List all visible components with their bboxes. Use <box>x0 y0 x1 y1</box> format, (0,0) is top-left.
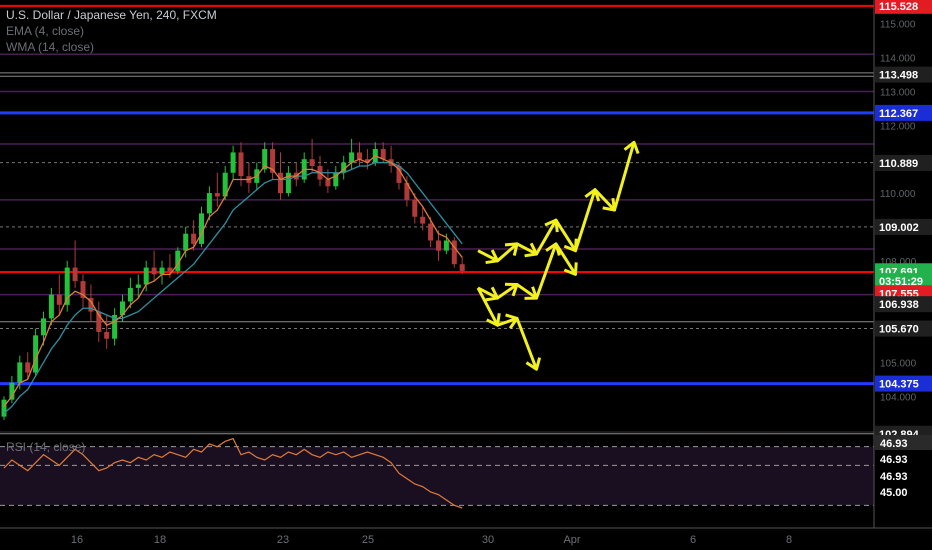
candle-down <box>72 267 78 282</box>
usd-jpy-chart[interactable]: 115.000114.000113.000112.000111.000110.0… <box>0 0 932 550</box>
candle-down <box>357 152 362 160</box>
price-tick-label: 113.000 <box>880 87 916 98</box>
candle-down <box>104 331 110 339</box>
price-tick-label: 114.000 <box>880 54 916 65</box>
price-pane <box>0 4 874 435</box>
time-tick-label: 25 <box>362 534 374 546</box>
rsi-tag-label: 46.93 <box>880 454 908 466</box>
price-tag-label: 106.938 <box>879 299 919 311</box>
price-tag-label: 112.367 <box>879 108 918 120</box>
price-tag-label: 104.375 <box>879 379 919 391</box>
time-tick-label: 6 <box>690 534 696 546</box>
time-tick-label: Apr <box>563 534 580 546</box>
candle-down <box>412 199 418 217</box>
candle-down <box>25 362 31 373</box>
rsi-pane <box>0 437 874 509</box>
time-tick-label: 8 <box>786 534 792 546</box>
candle-down <box>278 172 283 194</box>
wma-legend: WMA (14, close) <box>6 40 95 54</box>
price-tick-label: 115.000 <box>880 20 916 31</box>
time-axis[interactable]: 16 18 23 25 30 Apr 6 8 <box>0 527 932 546</box>
candle-down <box>325 179 331 187</box>
candle-down <box>428 223 434 241</box>
price-tag-label: 113.498 <box>879 70 918 82</box>
price-tick-label: 104.000 <box>880 392 917 403</box>
price-tag-label: 105.670 <box>879 324 919 336</box>
candle-up <box>135 284 141 288</box>
candle-up <box>230 152 236 173</box>
time-tick-label: 16 <box>71 534 83 546</box>
rsi-tag-label: 46.93 <box>880 438 908 450</box>
candle-up <box>159 267 165 275</box>
price-tag-label: 110.889 <box>879 158 918 170</box>
candle-down <box>436 240 441 251</box>
candle-down <box>309 159 315 166</box>
time-tick-label: 18 <box>154 534 166 546</box>
candle-down <box>151 267 157 275</box>
candle-down <box>380 149 386 160</box>
price-tick-label: 112.000 <box>880 121 916 132</box>
time-tick-label: 30 <box>482 534 494 546</box>
time-tick-label: 23 <box>277 534 289 546</box>
candle-up <box>1 399 7 417</box>
candle-down <box>214 193 220 197</box>
rsi-legend: RSI (14, close) <box>6 440 86 454</box>
candle-up <box>41 318 46 336</box>
candle-up <box>183 233 189 251</box>
price-tick-label: 110.000 <box>880 189 916 200</box>
candle-up <box>349 152 355 163</box>
ema-legend: EMA (4, close) <box>6 24 85 38</box>
price-axis[interactable]: 115.000114.000113.000112.000111.000110.0… <box>873 0 932 550</box>
rsi-tag-label: 45.00 <box>880 487 908 499</box>
chart-legend: U.S. Dollar / Japanese Yen, 240, FXCM EM… <box>6 7 217 55</box>
candle-up <box>143 267 149 285</box>
price-tag-label: 115.528 <box>879 1 918 13</box>
candle-up <box>206 193 212 214</box>
candle-up <box>17 362 23 383</box>
candle-down <box>459 264 465 271</box>
candle-down <box>56 294 62 305</box>
candle-up <box>48 294 54 319</box>
rsi-band <box>0 446 874 506</box>
price-tag-label: 109.002 <box>879 222 919 234</box>
candle-up <box>127 287 133 302</box>
candle-down <box>420 216 426 224</box>
candle-down <box>167 267 173 271</box>
rsi-tag-label: 46.93 <box>880 471 908 483</box>
candle-up <box>443 240 449 251</box>
symbol-label: U.S. Dollar / Japanese Yen, 240, FXCM <box>6 8 217 22</box>
candle-down <box>238 152 244 177</box>
candle-down <box>191 233 197 244</box>
price-tick-label: 105.000 <box>880 358 917 369</box>
